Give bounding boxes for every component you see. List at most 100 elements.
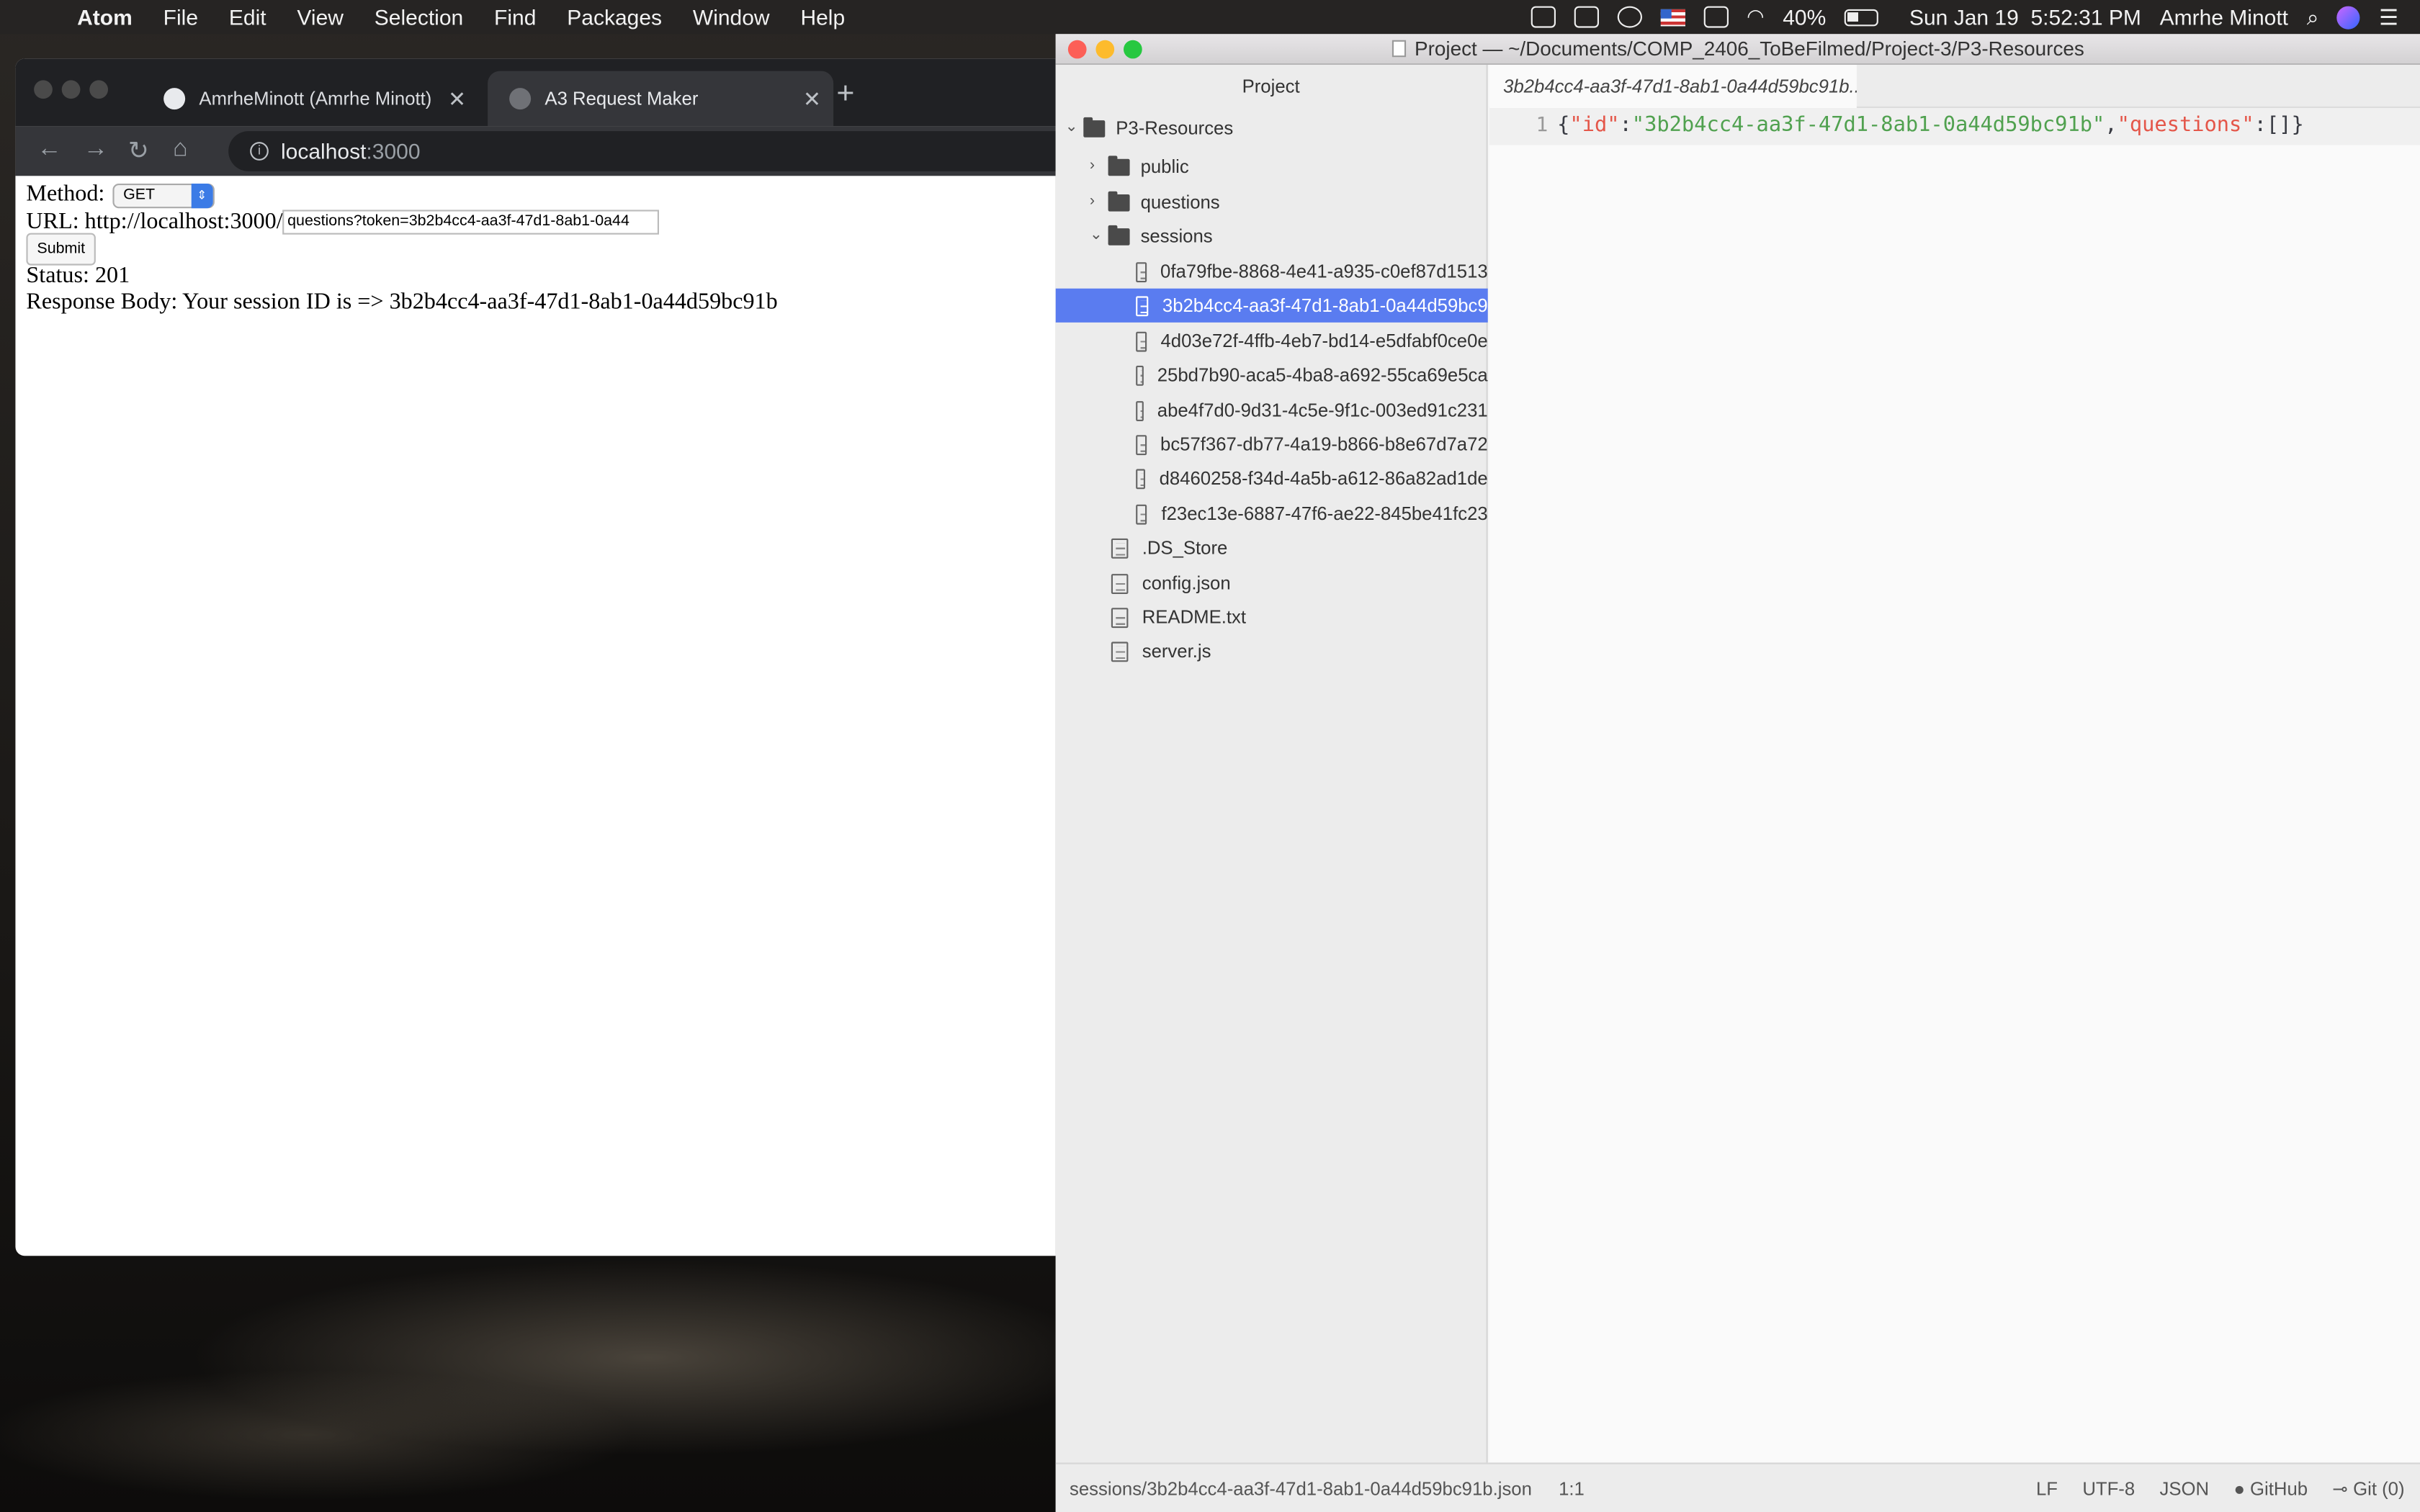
tree-file-session[interactable]: bc57f367-db77-4a19-b866-b8e67d7a72 bbox=[1056, 428, 1488, 462]
file-icon bbox=[1111, 607, 1129, 628]
file-icon bbox=[1111, 537, 1129, 558]
line-number: 1 bbox=[1536, 114, 1549, 138]
menu-packages[interactable]: Packages bbox=[567, 4, 662, 29]
chevron-right-icon: › bbox=[1089, 157, 1095, 175]
file-icon bbox=[1136, 468, 1146, 489]
status-app-icon[interactable] bbox=[1531, 6, 1556, 28]
code-brace-close: } bbox=[2291, 114, 2304, 138]
back-arrow-icon[interactable]: ← bbox=[37, 136, 61, 164]
tab-close-icon[interactable]: ✕ bbox=[803, 86, 821, 112]
clock[interactable]: Sun Jan 19 5:52:31 PM bbox=[1909, 4, 2141, 29]
tree-root-folder[interactable]: ⌄ P3-Resources bbox=[1065, 111, 1488, 145]
file-icon bbox=[1136, 364, 1144, 385]
submit-button[interactable]: Submit bbox=[26, 233, 97, 266]
tree-file-session[interactable]: d8460258-f34d-4a5b-a612-86a82ad1de bbox=[1056, 462, 1488, 495]
atom-minimize-button[interactable] bbox=[1095, 40, 1115, 59]
folder-label: sessions bbox=[1140, 225, 1213, 247]
atom-close-button[interactable] bbox=[1067, 40, 1087, 59]
status-github[interactable]: ● GitHub bbox=[2233, 1478, 2308, 1500]
tree-file-session[interactable]: 4d03e72f-4ffb-4eb7-bd14-e5dfabf0ce0e bbox=[1056, 324, 1488, 358]
code-line[interactable]: {"id":"3b2b4cc4-aa3f-47d1-8ab1-0a44d59bc… bbox=[1557, 108, 2304, 145]
tree-file-readme[interactable]: README.txt bbox=[1056, 600, 1488, 634]
tree-header: Project bbox=[1242, 76, 1300, 97]
tree-file-session[interactable]: abe4f7d0-9d31-4c5e-9f1c-003ed91c231 bbox=[1056, 393, 1488, 427]
editor-tab-bar: 3b2b4cc4-aa3f-47d1-8ab1-0a44d59bc91b... bbox=[1489, 65, 2420, 108]
tree-file-config[interactable]: config.json bbox=[1056, 566, 1488, 600]
tree-file-session[interactable]: f23ec13e-6887-47f6-ae22-845be41fc23 bbox=[1056, 497, 1488, 531]
browser-tab-request-maker[interactable]: A3 Request Maker ✕ bbox=[488, 71, 834, 127]
input-source-flag-icon[interactable] bbox=[1660, 8, 1685, 26]
notification-center-icon[interactable]: ☰ bbox=[2379, 4, 2398, 30]
notification-icon[interactable] bbox=[1574, 6, 1599, 28]
github-favicon-icon bbox=[163, 88, 186, 110]
project-tree-view: Project ⌄ P3-Resources › public › questions… bbox=[1055, 65, 1488, 1463]
browser-tab-strip: AmrheMinott (Amrhe Minott) ✕ A3 Request … bbox=[15, 58, 1056, 127]
chevron-down-icon: ⌄ bbox=[1089, 227, 1103, 244]
tree-file-server[interactable]: server.js bbox=[1056, 634, 1488, 668]
atom-zoom-button[interactable] bbox=[1124, 40, 1142, 59]
window-minimize-button[interactable] bbox=[61, 80, 81, 99]
browser-tab-github[interactable]: AmrheMinott (Amrhe Minott) ✕ bbox=[142, 71, 478, 127]
method-value: GET bbox=[123, 186, 156, 204]
folder-icon bbox=[1108, 190, 1130, 211]
url-input[interactable]: questions?token=3b2b4cc4-aa3f-47d1-8ab1-… bbox=[282, 210, 660, 235]
forward-arrow-icon[interactable]: → bbox=[84, 136, 108, 164]
wifi-icon[interactable]: ◠ bbox=[1747, 4, 1764, 29]
folder-label: questions bbox=[1140, 191, 1220, 213]
tree-folder-sessions[interactable]: ⌄ sessions bbox=[1090, 219, 1488, 253]
file-icon bbox=[1136, 330, 1147, 351]
new-tab-icon[interactable]: + bbox=[836, 77, 854, 112]
menu-find[interactable]: Find bbox=[494, 4, 536, 29]
info-icon[interactable]: i bbox=[250, 142, 269, 161]
menu-window[interactable]: Window bbox=[693, 4, 770, 29]
status-cursor-position[interactable]: 1:1 bbox=[1559, 1478, 1585, 1500]
tab-title: A3 Request Maker bbox=[544, 88, 699, 110]
creative-cloud-icon[interactable] bbox=[1617, 6, 1642, 28]
window-zoom-button[interactable] bbox=[89, 80, 108, 99]
folder-label: public bbox=[1140, 156, 1189, 178]
tab-close-icon[interactable]: ✕ bbox=[448, 86, 466, 112]
address-host: localhost bbox=[281, 138, 367, 164]
menu-app-name[interactable]: Atom bbox=[77, 4, 133, 29]
status-line-ending[interactable]: LF bbox=[2036, 1478, 2058, 1500]
globe-favicon-icon bbox=[509, 88, 532, 110]
address-bar[interactable]: i localhost:3000 bbox=[228, 131, 1056, 171]
status-grammar[interactable]: JSON bbox=[2159, 1478, 2209, 1500]
github-icon: ● bbox=[2233, 1477, 2245, 1500]
battery-icon[interactable] bbox=[1844, 8, 1879, 26]
menu-selection[interactable]: Selection bbox=[375, 4, 463, 29]
menu-edit[interactable]: Edit bbox=[229, 4, 266, 29]
status-encoding[interactable]: UTF-8 bbox=[2082, 1478, 2135, 1500]
menu-file[interactable]: File bbox=[163, 4, 198, 29]
tree-file-session[interactable]: 0fa79fbe-8868-4e41-a935-c0ef87d1513 bbox=[1056, 255, 1488, 289]
menu-help[interactable]: Help bbox=[800, 4, 845, 29]
editor-tab-active[interactable]: 3b2b4cc4-aa3f-47d1-8ab1-0a44d59bc91b... bbox=[1489, 65, 1857, 108]
home-icon[interactable]: ⌂ bbox=[173, 136, 188, 164]
file-label: d8460258-f34d-4a5b-a612-86a82ad1de bbox=[1159, 467, 1488, 490]
tree-file-ds-store[interactable]: .DS_Store bbox=[1056, 531, 1488, 564]
code-colon: : bbox=[2254, 114, 2267, 138]
user-name[interactable]: Amrhe Minott bbox=[2160, 4, 2288, 29]
folder-label: P3-Resources bbox=[1116, 117, 1234, 139]
window-close-button[interactable] bbox=[34, 80, 53, 99]
menu-view[interactable]: View bbox=[297, 4, 343, 29]
tree-folder-questions[interactable]: › questions bbox=[1090, 185, 1488, 219]
battery-percent[interactable]: 40% bbox=[1783, 4, 1826, 29]
tree-file-session-selected[interactable]: 3b2b4cc4-aa3f-47d1-8ab1-0a44d59bc9 bbox=[1055, 288, 1488, 323]
reload-icon[interactable]: ↻ bbox=[128, 136, 149, 167]
response-body-text: Response Body: Your session ID is => 3b2… bbox=[26, 290, 778, 315]
spotlight-search-icon[interactable]: ⌕ bbox=[2307, 4, 2319, 30]
folder-icon bbox=[1083, 116, 1106, 137]
siri-icon[interactable] bbox=[2337, 5, 2361, 29]
status-git[interactable]: ⊸ Git (0) bbox=[2332, 1478, 2404, 1500]
git-label: Git (0) bbox=[2353, 1477, 2405, 1500]
status-file-path[interactable]: sessions/3b2b4cc4-aa3f-47d1-8ab1-0a44d59… bbox=[1070, 1478, 1532, 1500]
file-label: abe4f7d0-9d31-4c5e-9f1c-003ed91c231 bbox=[1157, 400, 1488, 421]
tree-file-session[interactable]: 25bd7b90-aca5-4ba8-a692-55ca69e5ca bbox=[1056, 358, 1488, 392]
method-label: Method: bbox=[26, 182, 105, 207]
keyboard-icon[interactable] bbox=[1703, 6, 1729, 28]
method-select[interactable]: GET ⇕ bbox=[112, 183, 215, 208]
tree-folder-public[interactable]: › public bbox=[1090, 150, 1488, 184]
code-array: [] bbox=[2266, 114, 2292, 138]
url-row: URL: http://localhost:3000/ questions?to… bbox=[26, 209, 777, 236]
